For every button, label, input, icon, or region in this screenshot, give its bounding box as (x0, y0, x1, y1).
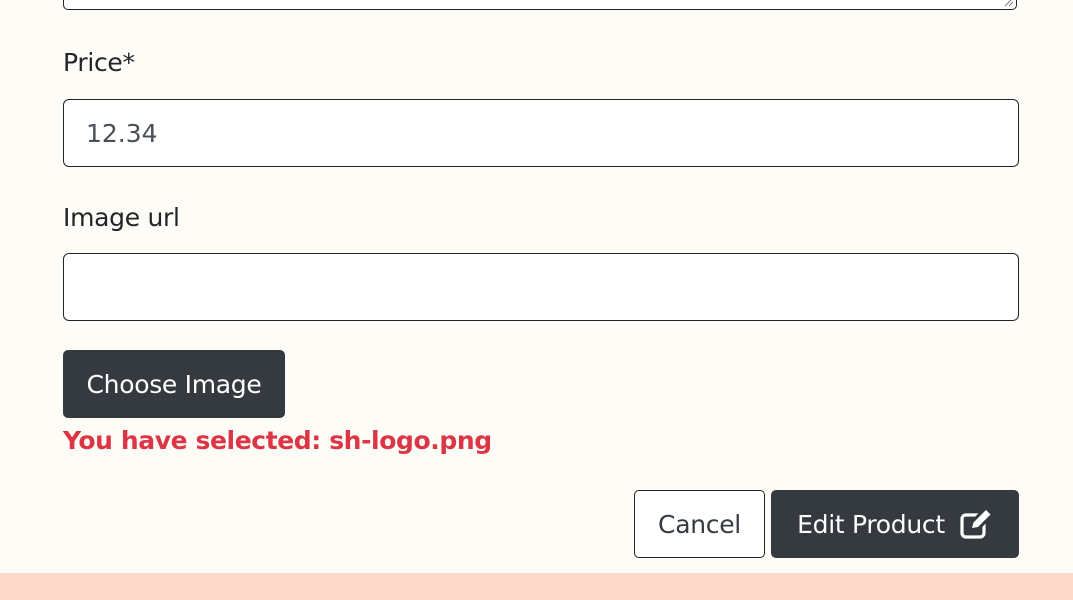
image-url-input[interactable] (63, 253, 1019, 321)
edit-icon (960, 507, 993, 539)
cancel-button[interactable]: Cancel (634, 490, 765, 558)
price-input[interactable] (63, 99, 1019, 167)
edit-product-button[interactable]: Edit Product (771, 490, 1019, 558)
resize-grip-icon[interactable] (1002, 0, 1014, 7)
footer-band (0, 573, 1073, 600)
price-label: Price* (63, 48, 135, 77)
choose-image-label: Choose Image (86, 369, 262, 399)
description-textarea[interactable] (63, 0, 1017, 10)
edit-product-label: Edit Product (797, 509, 945, 539)
cancel-label: Cancel (658, 509, 741, 539)
choose-image-button[interactable]: Choose Image (63, 350, 285, 418)
image-url-label: Image url (63, 203, 180, 232)
selected-file-message: You have selected: sh-logo.png (63, 426, 492, 455)
